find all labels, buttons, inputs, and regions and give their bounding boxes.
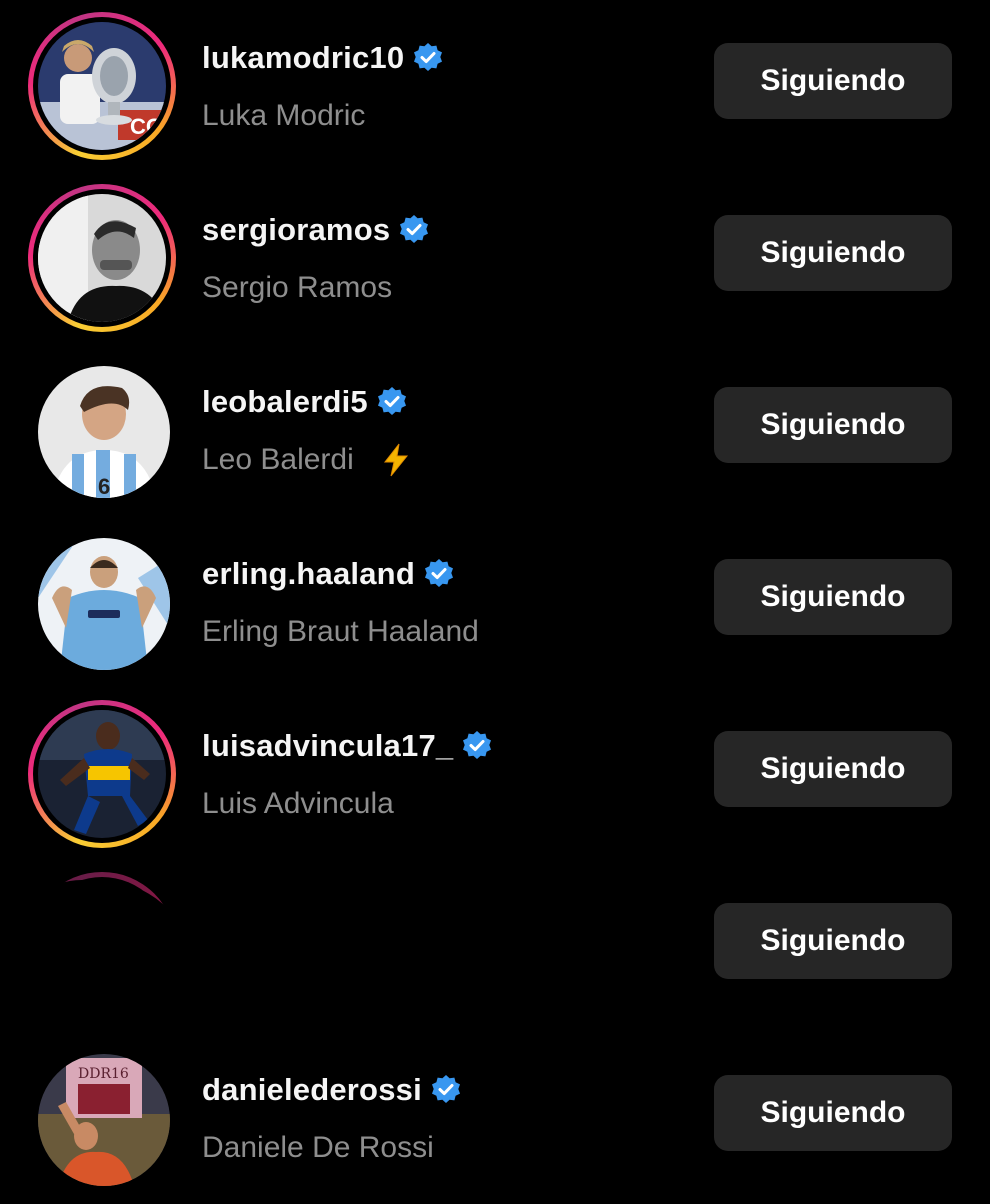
- list-item[interactable]: DDR16 danielederossi Daniele De Rossi Si…: [0, 1032, 990, 1204]
- avatar-container[interactable]: 6: [28, 356, 176, 504]
- full-name: Sergio Ramos: [202, 271, 393, 304]
- story-ring[interactable]: [28, 184, 176, 332]
- full-name: Daniele De Rossi: [202, 1131, 434, 1164]
- avatar[interactable]: [38, 194, 166, 322]
- following-list: COL lukamodric10 Luka Modric Siguiendo: [0, 0, 990, 1200]
- username[interactable]: erling.haaland: [202, 556, 415, 592]
- full-name: Luis Advincula: [202, 787, 394, 820]
- username[interactable]: leobalerdi5: [202, 384, 368, 420]
- verified-badge-icon: [412, 42, 444, 74]
- avatar[interactable]: 6: [38, 366, 170, 498]
- following-button[interactable]: Siguiendo: [714, 43, 952, 119]
- avatar[interactable]: COL: [38, 22, 166, 150]
- lightning-bolt-icon: [378, 442, 414, 478]
- verified-badge-icon: [398, 214, 430, 246]
- redaction-mark: [20, 880, 190, 1030]
- avatar-container[interactable]: DDR16: [28, 1044, 176, 1192]
- following-button[interactable]: Siguiendo: [714, 1075, 952, 1151]
- following-button[interactable]: Siguiendo: [714, 903, 952, 979]
- username[interactable]: sergioramos: [202, 212, 390, 248]
- list-item[interactable]: sergioramos Sergio Ramos Siguiendo: [0, 172, 990, 344]
- following-button[interactable]: Siguiendo: [714, 559, 952, 635]
- redacted-username: [200, 890, 640, 1000]
- full-name: Erling Braut Haaland: [202, 615, 479, 648]
- following-button[interactable]: Siguiendo: [714, 387, 952, 463]
- username[interactable]: lukamodric10: [202, 40, 404, 76]
- avatar[interactable]: [38, 538, 170, 670]
- list-item[interactable]: luisadvincula17_ Luis Advincula Siguiend…: [0, 688, 990, 860]
- list-item[interactable]: Siguiendo: [0, 860, 990, 1032]
- svg-text:6: 6: [98, 474, 110, 498]
- svg-text:DDR16: DDR16: [78, 1066, 129, 1082]
- verified-badge-icon: [376, 386, 408, 418]
- username[interactable]: danielederossi: [202, 1072, 422, 1108]
- full-name: Leo Balerdi: [202, 443, 354, 476]
- avatar[interactable]: [38, 710, 166, 838]
- full-name: Luka Modric: [202, 99, 366, 132]
- avatar-container[interactable]: [28, 528, 176, 676]
- username[interactable]: luisadvincula17_: [202, 728, 453, 764]
- story-ring[interactable]: [28, 700, 176, 848]
- list-item[interactable]: COL lukamodric10 Luka Modric Siguiendo: [0, 0, 990, 172]
- following-button[interactable]: Siguiendo: [714, 731, 952, 807]
- verified-badge-icon: [430, 1074, 462, 1106]
- list-item[interactable]: 6 leobalerdi5 Leo Balerdi Siguiendo: [0, 344, 990, 516]
- verified-badge-icon: [423, 558, 455, 590]
- story-ring[interactable]: COL: [28, 12, 176, 160]
- verified-badge-icon: [461, 730, 493, 762]
- avatar[interactable]: DDR16: [38, 1054, 170, 1186]
- following-button[interactable]: Siguiendo: [714, 215, 952, 291]
- list-item[interactable]: erling.haaland Erling Braut Haaland Sigu…: [0, 516, 990, 688]
